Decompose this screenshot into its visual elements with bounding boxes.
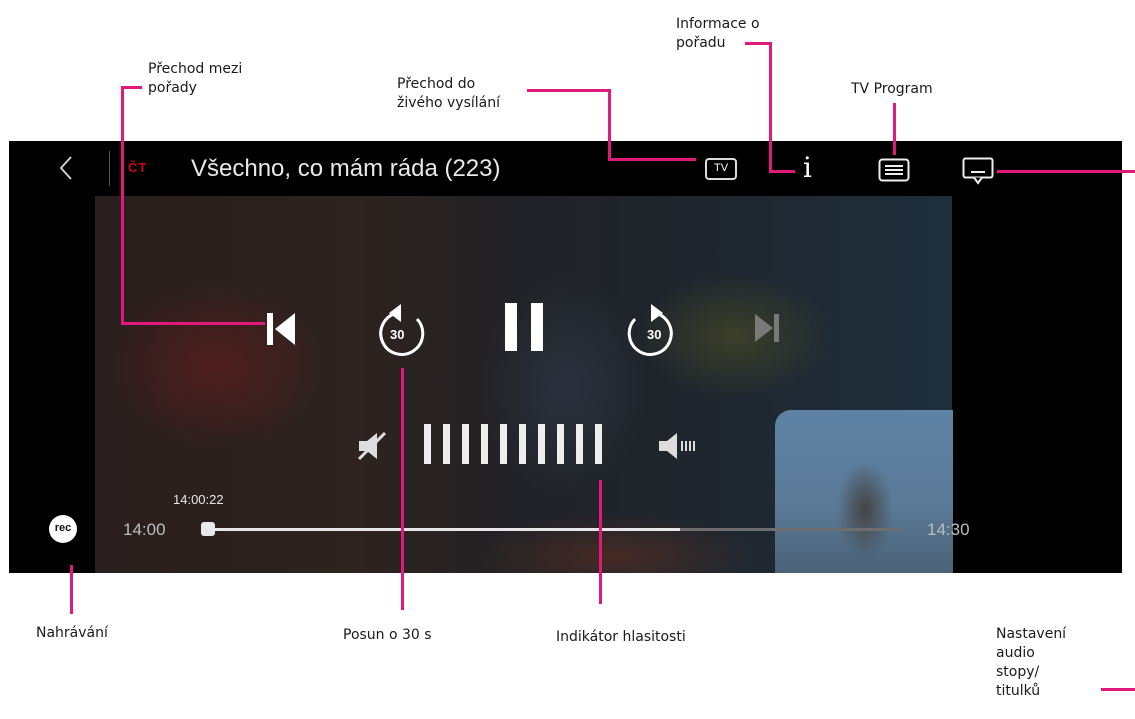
- annotation-program-info: Informace o pořadu: [676, 16, 760, 51]
- info-icon: i: [803, 151, 812, 184]
- volume-bar: [443, 424, 450, 464]
- channel-logo: ČT: [128, 160, 148, 175]
- sign-language-pip: [775, 410, 953, 573]
- volume-bar: [424, 424, 431, 464]
- annotation-audio-subtitles: Nastavení audio stopy/ titulků: [996, 626, 1067, 699]
- annotation-skip-30: Posun o 30 s: [343, 627, 432, 643]
- volume-bar: [462, 424, 469, 464]
- start-time-label: 14:00: [123, 520, 166, 539]
- previous-icon[interactable]: [265, 311, 299, 347]
- volume-bar: [557, 424, 564, 464]
- progress-bar[interactable]: [207, 528, 903, 531]
- back-icon[interactable]: [57, 155, 75, 181]
- mute-icon[interactable]: [355, 429, 391, 463]
- tv-live-icon: TV: [713, 162, 729, 174]
- player-top-bar: ČT Všechno, co mám ráda (223) TV i: [9, 141, 1122, 196]
- rewind-30-label: 30: [390, 327, 405, 342]
- volume-icon[interactable]: [657, 431, 703, 461]
- rec-icon: rec: [54, 522, 72, 534]
- next-icon[interactable]: [753, 312, 781, 344]
- tv-live-button[interactable]: TV: [705, 158, 737, 180]
- info-button[interactable]: i: [803, 151, 821, 185]
- current-time-label: 14:00:22: [173, 492, 224, 507]
- rec-button[interactable]: rec: [49, 515, 77, 543]
- top-bar-divider: [109, 151, 110, 186]
- forward-30-label: 30: [647, 327, 662, 342]
- video-player[interactable]: ČT Všechno, co mám ráda (223) TV i 30 30…: [9, 141, 1122, 573]
- rewind-30-button[interactable]: 30: [375, 301, 431, 357]
- tv-program-icon[interactable]: [878, 158, 910, 182]
- volume-bar: [481, 424, 488, 464]
- forward-30-button[interactable]: 30: [621, 301, 677, 357]
- annotation-recording: Nahrávání: [36, 625, 108, 641]
- volume-bar: [500, 424, 507, 464]
- volume-bar: [519, 424, 526, 464]
- annotation-tv-program: TV Program: [851, 81, 933, 97]
- volume-bar: [576, 424, 583, 464]
- annotation-go-live: Přechod do živého vysílání: [397, 76, 501, 111]
- program-title: Všechno, co mám ráda (223): [191, 155, 501, 182]
- pause-icon[interactable]: [503, 301, 547, 353]
- annotation-volume-indicator: Indikátor hlasitosti: [556, 629, 686, 645]
- progress-fill: [207, 528, 681, 531]
- volume-level-indicator[interactable]: [424, 424, 614, 469]
- end-time-label: 14:30: [927, 520, 970, 539]
- volume-bar: [595, 424, 602, 464]
- annotation-program-switch: Přechod mezi pořady: [148, 61, 243, 96]
- volume-bar: [538, 424, 545, 464]
- subtitles-icon[interactable]: [962, 157, 994, 185]
- progress-handle[interactable]: [201, 522, 215, 536]
